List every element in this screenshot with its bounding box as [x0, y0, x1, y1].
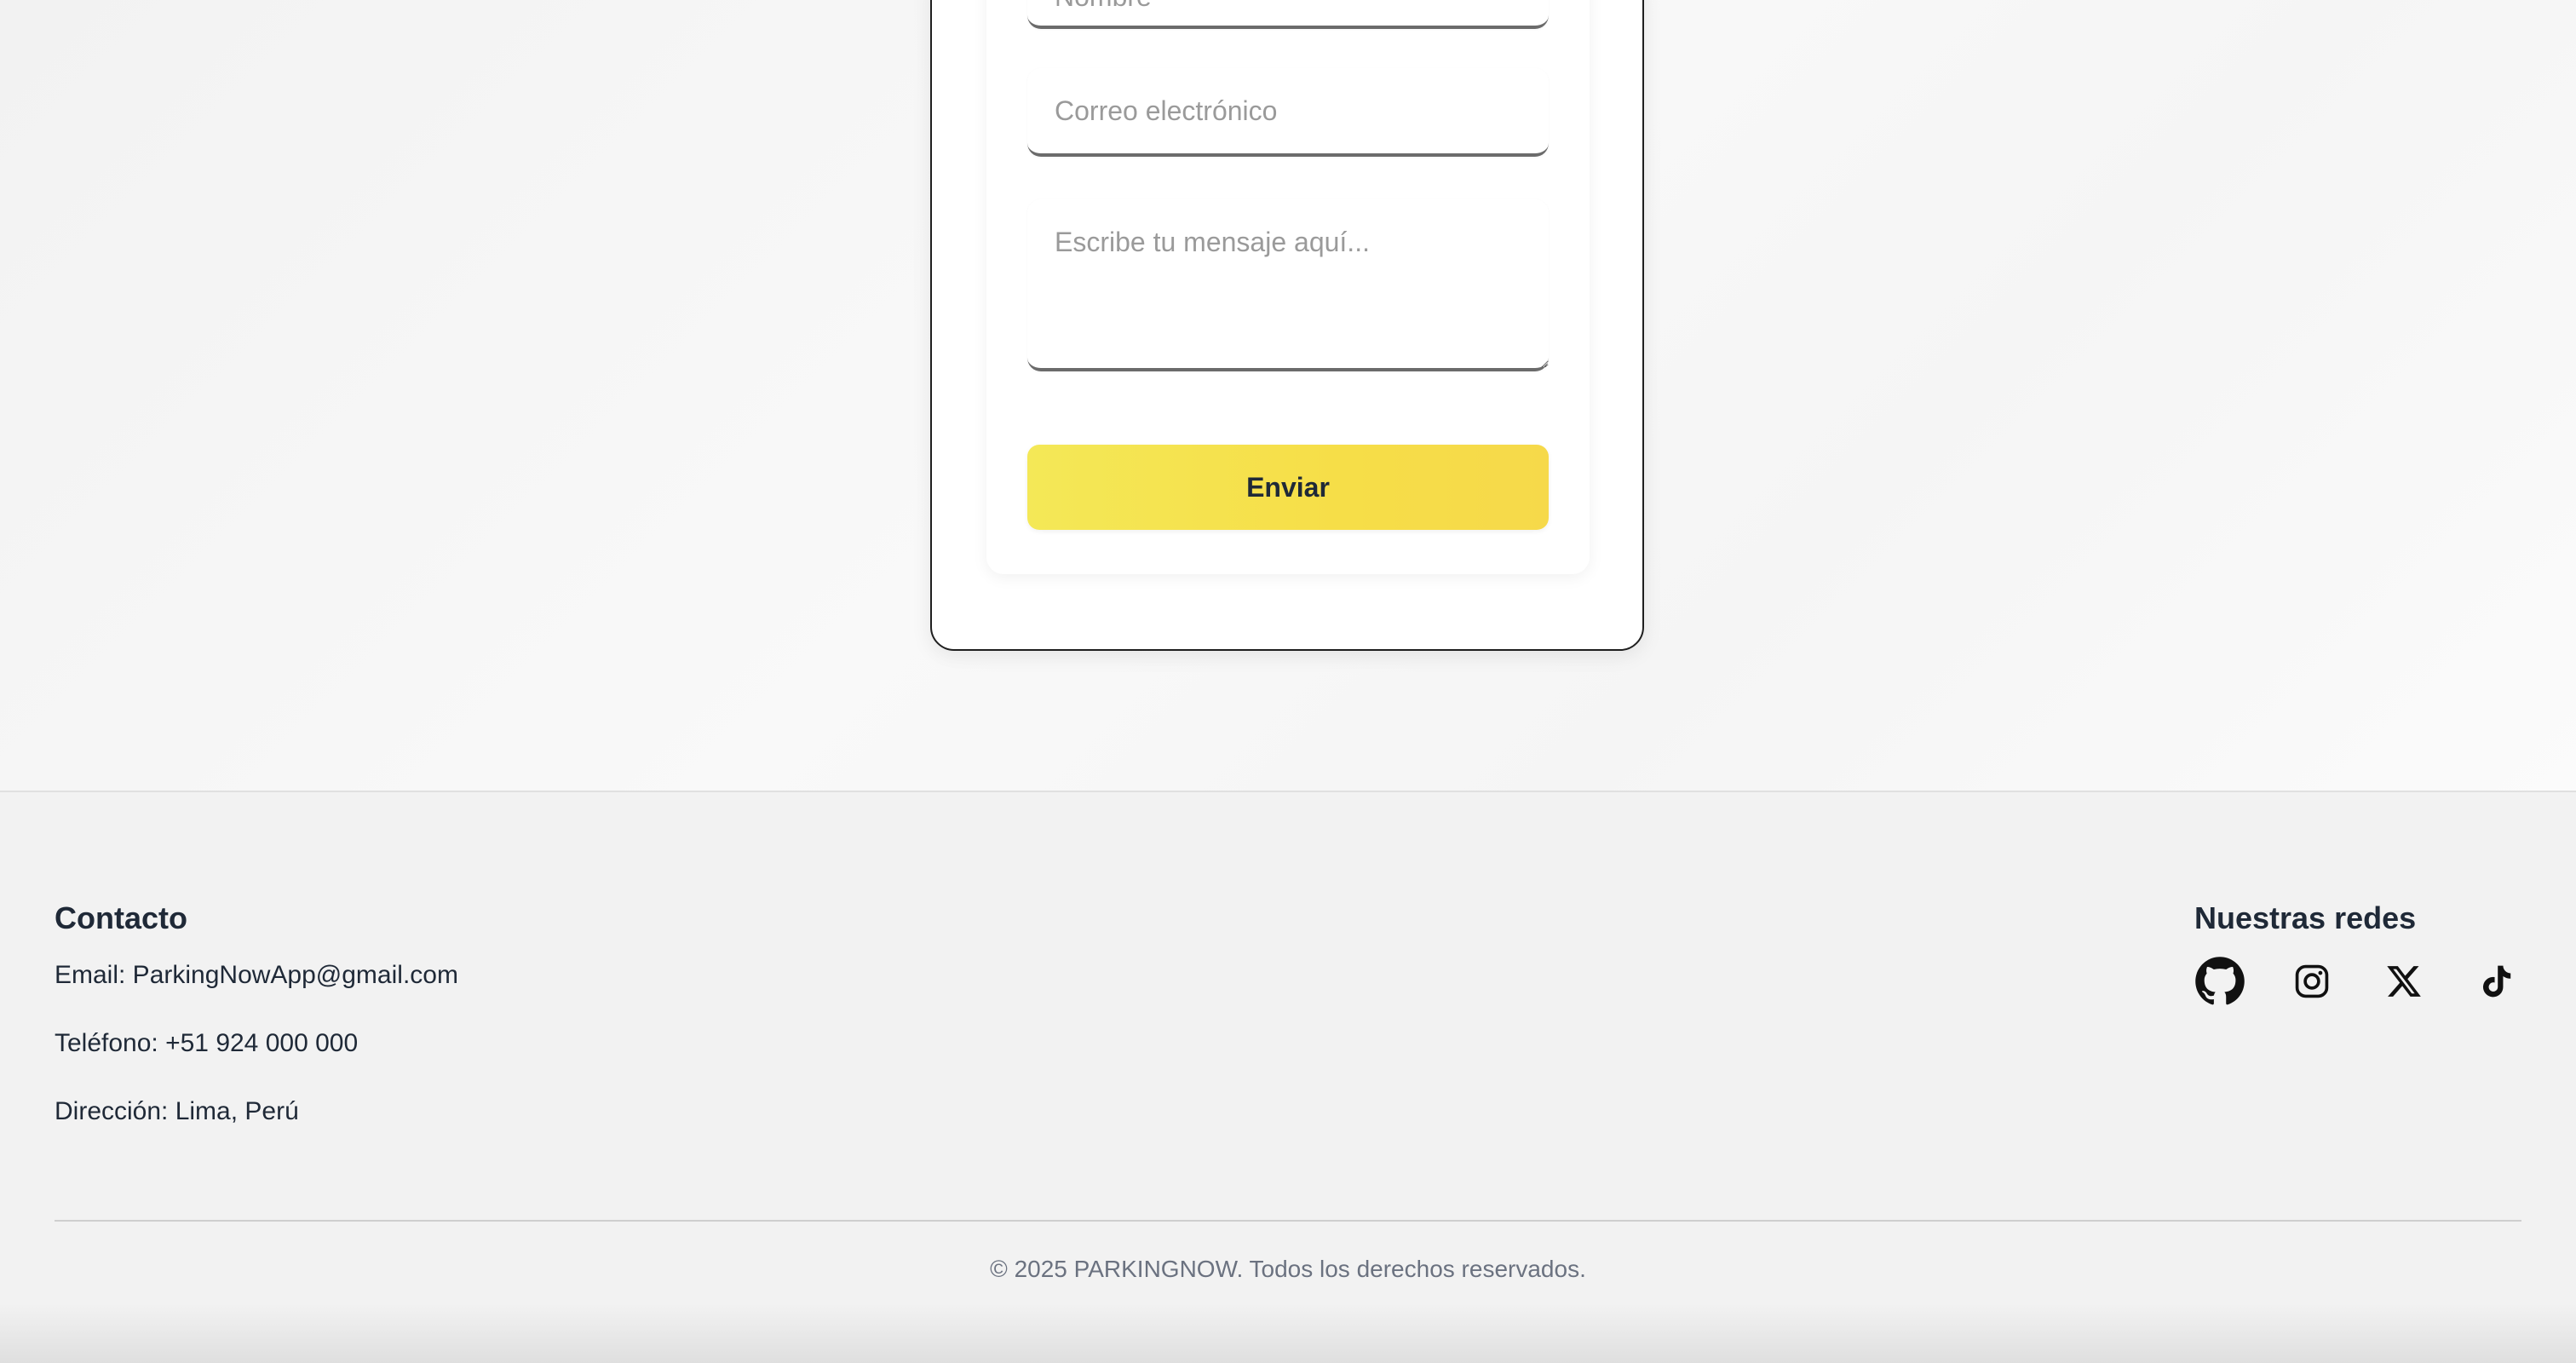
- bottom-shadow: [0, 1303, 2576, 1363]
- x-icon[interactable]: [2378, 956, 2429, 1007]
- send-button[interactable]: Enviar: [1027, 445, 1549, 530]
- email-input[interactable]: [1027, 68, 1549, 157]
- name-input[interactable]: [1027, 0, 1549, 29]
- copyright-text: © 2025 PARKINGNOW. Todos los derechos re…: [990, 1256, 1586, 1282]
- footer-divider: [55, 1220, 2521, 1222]
- contact-phone: Teléfono: +51 924 000 000: [55, 1029, 359, 1057]
- contact-form-card: Enviar: [930, 0, 1644, 651]
- social-icons: [2194, 956, 2535, 1007]
- github-icon[interactable]: [2194, 956, 2245, 1007]
- site-footer: Contacto Email: ParkingNowApp@gmail.com …: [0, 791, 2576, 1363]
- message-textarea[interactable]: [1027, 199, 1549, 371]
- instagram-icon[interactable]: [2286, 956, 2337, 1007]
- footer-contact: Contacto Email: ParkingNowApp@gmail.com …: [55, 900, 458, 1164]
- contact-section: Enviar: [0, 0, 2576, 791]
- contact-form: Enviar: [986, 0, 1590, 574]
- social-title: Nuestras redes: [2194, 900, 2417, 935]
- contact-title: Contacto: [55, 900, 187, 935]
- contact-address: Dirección: Lima, Perú: [55, 1097, 299, 1125]
- tiktok-icon[interactable]: [2470, 956, 2521, 1007]
- footer-social: Nuestras redes: [2194, 900, 2535, 1007]
- contact-email: Email: ParkingNowApp@gmail.com: [55, 961, 458, 989]
